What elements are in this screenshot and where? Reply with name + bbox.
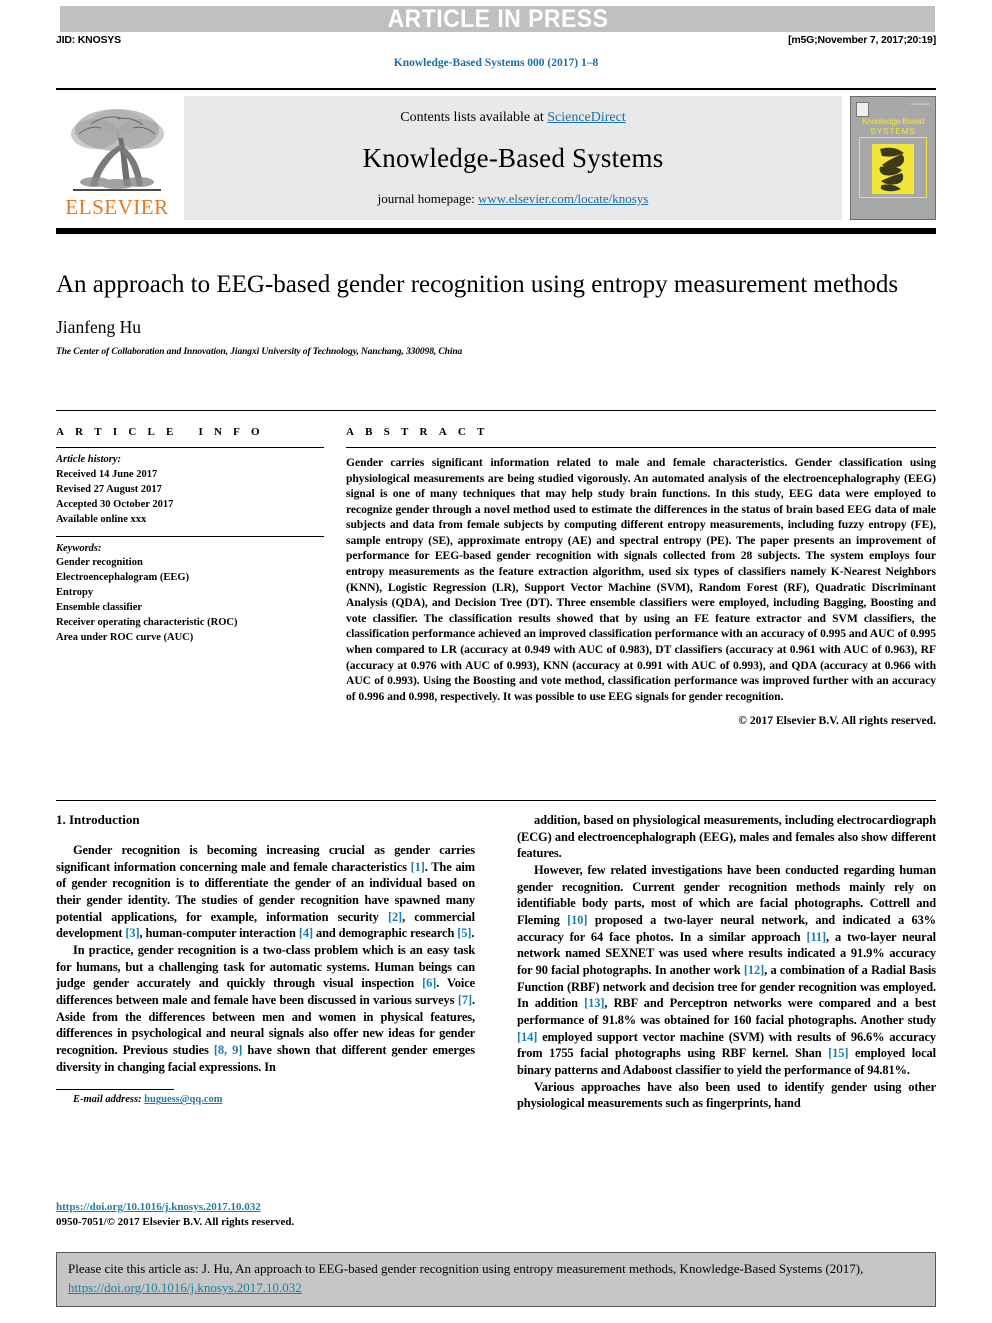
contents-line: Contents lists available at ScienceDirec… [400,110,626,126]
cover-title-line2: SYSTEMS [870,125,916,136]
citation-ref[interactable]: [4] [299,926,313,940]
footnote-rule [56,1089,174,1091]
journal-panel: Contents lists available at ScienceDirec… [184,96,842,220]
article-history-block: Article history: Received 14 June 2017 R… [56,448,324,528]
cover-publisher-mark-icon [856,102,869,117]
abstract-column: A B S T R A C T Gender carries significa… [346,426,936,727]
citation-ref[interactable]: [3] [125,926,139,940]
citation-ref[interactable]: [13] [584,996,604,1010]
body-columns: 1. Introduction Gender recognition is be… [56,812,936,1112]
citation-ref[interactable]: [15] [828,1046,848,1060]
citation-ref[interactable]: [7] [458,993,472,1007]
homepage-prefix: journal homepage: [377,191,479,206]
doi-block: https://doi.org/10.1016/j.knosys.2017.10… [56,1200,294,1230]
elsevier-logo: ELSEVIER [56,96,178,220]
history-item: Available online xxx [56,513,147,525]
article-info-column: A R T I C L E I N F O Article history: R… [56,426,324,727]
intro-paragraph-text: Gender recognition is becoming increasin… [56,843,475,941]
contents-prefix: Contents lists available at [400,110,548,125]
citation-ref[interactable]: [10] [567,913,587,927]
intro-paragraph: addition, based on physiological measure… [517,812,936,862]
article-in-press-label: ARTICLE IN PRESS [387,4,608,33]
intro-paragraph: Gender recognition is becoming increasin… [56,842,475,942]
citation-ref[interactable]: [11] [806,930,826,944]
intro-paragraph-text: However, few related investigations have… [517,863,936,1078]
citation-ref[interactable]: [2] [388,910,402,924]
info-top-rule [56,410,936,411]
section-heading-introduction: 1. Introduction [56,812,140,827]
abstract-bottom-rule [56,800,936,801]
intro-paragraph: However, few related investigations have… [517,862,936,1079]
journal-homepage-link[interactable]: www.elsevier.com/locate/knosys [478,191,648,206]
title-block: An approach to EEG-based gender recognit… [56,270,936,357]
paper-page: ARTICLE IN PRESS JID: KNOSYS [m5G;Novemb… [0,0,992,1323]
history-item: Received 14 June 2017 [56,468,158,480]
cover-artwork-icon [872,143,914,194]
intro-paragraph-text: addition, based on physiological measure… [517,813,936,861]
elsevier-tree-icon [65,104,169,196]
keyword-item: Area under ROC curve (AUC) [56,631,194,643]
history-item: Revised 27 August 2017 [56,483,162,495]
abstract-heading: A B S T R A C T [346,426,489,438]
email-footnote: E-mail address: huguess@qq.com [56,1094,475,1105]
keyword-item: Entropy [56,587,94,599]
running-head: Knowledge-Based Systems 000 (2017) 1–8 [393,57,599,69]
elsevier-wordmark: ELSEVIER [65,195,169,219]
keyword-item: Receiver operating characteristic (ROC) [56,617,238,629]
journal-title: Knowledge-Based Systems [362,143,664,173]
issn-copyright-line: 0950-7051/© 2017 Elsevier B.V. All right… [56,1215,295,1228]
cite-this-article-box: Please cite this article as: J. Hu, An a… [56,1252,936,1307]
journal-masthead: ELSEVIER Contents lists available at Sci… [56,88,936,234]
cover-tiny-text: Knowledge-Based [910,103,930,106]
sciencedirect-link[interactable]: ScienceDirect [547,110,626,125]
citation-ref[interactable]: [12] [744,963,764,977]
keyword-item: Electroencephalogram (EEG) [56,572,190,584]
article-history-label: Article history: [56,454,122,465]
abstract-text: Gender carries significant information r… [346,456,936,703]
abstract-copyright: © 2017 Elsevier B.V. All rights reserved… [738,714,936,728]
citation-ref[interactable]: [8, 9] [214,1043,242,1057]
cite-text: Please cite this article as: J. Hu, An a… [68,1261,864,1276]
keywords-block: Keywords: Gender recognition Electroence… [56,537,324,646]
build-stamp-label: [m5G;November 7, 2017;20:19] [788,34,936,46]
intro-paragraph: In practice, gender recognition is a two… [56,942,475,1075]
jid-row: JID: KNOSYS [m5G;November 7, 2017;20:19] [56,34,936,46]
citation-ref[interactable]: [6] [422,976,436,990]
email-label: E-mail address: [73,1094,142,1106]
citation-ref[interactable]: [5] [457,926,471,940]
journal-homepage-line: journal homepage: www.elsevier.com/locat… [378,191,649,207]
history-item: Accepted 30 October 2017 [56,498,174,510]
keyword-item: Gender recognition [56,557,143,569]
doi-link[interactable]: https://doi.org/10.1016/j.knosys.2017.10… [56,1201,261,1213]
author-name: Jianfeng Hu [56,316,142,337]
cite-doi-link[interactable]: https://doi.org/10.1016/j.knosys.2017.10… [68,1280,302,1295]
keywords-label: Keywords: [56,542,102,554]
journal-cover-thumbnail: Knowledge-Based Knowledge-Based SYSTEMS [850,96,936,220]
info-abstract-columns: A R T I C L E I N F O Article history: R… [56,426,936,727]
body-column-left: 1. Introduction Gender recognition is be… [56,812,475,1112]
email-link[interactable]: huguess@qq.com [144,1094,222,1105]
body-column-right: addition, based on physiological measure… [517,812,936,1112]
article-in-press-banner: ARTICLE IN PRESS [60,6,935,32]
citation-ref[interactable]: [1] [411,860,425,874]
intro-paragraph-text: Various approaches have also been used t… [517,1079,936,1111]
page-title: An approach to EEG-based gender recognit… [56,271,899,298]
cover-artwork-frame [859,136,927,198]
author-affiliation: The Center of Collaboration and Innovati… [56,346,463,357]
citation-ref[interactable]: [14] [517,1030,537,1044]
article-info-heading: A R T I C L E I N F O [56,426,265,438]
keyword-item: Ensemble classifier [56,602,143,614]
intro-paragraph: Various approaches have also been used t… [517,1079,936,1112]
intro-paragraph-text: In practice, gender recognition is a two… [56,943,475,1074]
jid-label: JID: KNOSYS [56,34,121,46]
